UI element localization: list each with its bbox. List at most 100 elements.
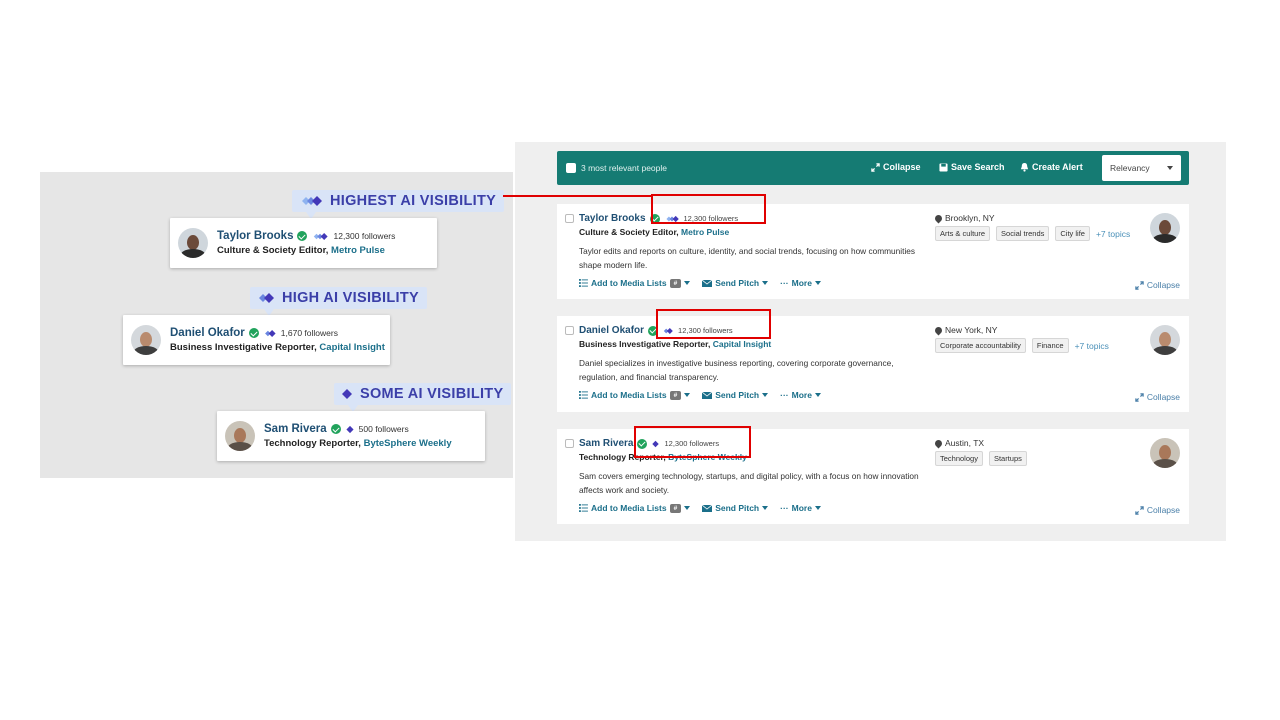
result-checkbox[interactable] <box>565 439 574 448</box>
list-icon <box>579 504 588 512</box>
job-title: Technology Reporter, <box>264 438 364 449</box>
avatar <box>1150 325 1180 355</box>
card-collapse-button[interactable]: Collapse <box>1135 392 1180 402</box>
person-name[interactable]: Sam Rivera <box>264 423 327 435</box>
highest-ai-visibility-badge: HIGHEST AI VISIBILITY <box>292 190 505 219</box>
more-label: More <box>791 390 812 400</box>
collapse-label: Collapse <box>1146 505 1180 515</box>
outlet-link[interactable]: Capital Insight <box>713 339 772 349</box>
topic-tag[interactable]: Technology <box>935 451 983 466</box>
ai-visibility-triple-icon <box>298 195 324 207</box>
search-results-panel: 3 most relevant people Collapse Save Sea… <box>515 142 1226 541</box>
chevron-down-icon <box>684 281 691 285</box>
select-all-checkbox[interactable] <box>566 163 576 173</box>
topic-tags: Corporate accountability Finance +7 topi… <box>935 338 1175 353</box>
map-pin-icon <box>933 325 944 335</box>
more-menu-button[interactable]: ··· More <box>780 278 821 288</box>
verified-icon <box>297 231 308 241</box>
job-title: Business Investigative Reporter, <box>579 339 713 349</box>
add-to-media-lists-button[interactable]: Add to Media Lists # <box>579 278 691 288</box>
more-label: More <box>791 503 812 513</box>
legend-card-daniel-okafor: Daniel Okafor 1,670 followers Business I… <box>123 315 390 365</box>
badge-label: HIGHEST AI VISIBILITY <box>330 193 497 209</box>
map-pin-icon <box>933 438 944 448</box>
person-name[interactable]: Taylor Brooks <box>217 230 293 242</box>
chevron-down-icon <box>1167 166 1173 170</box>
job-title: Culture & Society Editor, <box>579 227 682 237</box>
outlet-link[interactable]: Metro Pulse <box>681 227 729 237</box>
chevron-down-icon <box>814 506 821 510</box>
card-collapse-button[interactable]: Collapse <box>1135 280 1180 290</box>
topic-tag[interactable]: Social trends <box>996 226 1050 241</box>
outlet-link[interactable]: Metro Pulse <box>331 245 385 256</box>
legend-card-taylor-brooks: Taylor Brooks 12,300 followers Culture &… <box>170 218 437 268</box>
topic-tag[interactable]: Corporate accountability <box>935 338 1026 353</box>
chevron-down-icon <box>814 281 821 285</box>
badge-label: HIGH AI VISIBILITY <box>282 290 419 306</box>
ai-visibility-triple-icon <box>314 232 329 240</box>
send-pitch-button[interactable]: Send Pitch <box>702 503 769 513</box>
high-ai-visibility-badge: HIGH AI VISIBILITY <box>250 287 427 316</box>
collapse-all-button[interactable]: Collapse <box>871 162 921 172</box>
result-checkbox[interactable] <box>565 214 574 223</box>
person-name[interactable]: Sam Rivera <box>579 438 633 449</box>
person-name[interactable]: Taylor Brooks <box>579 213 646 224</box>
legend-card-sam-rivera: Sam Rivera 500 followers Technology Repo… <box>217 411 485 461</box>
list-count-badge: # <box>669 390 682 400</box>
topic-tags: Arts & culture Social trends City life +… <box>935 226 1145 241</box>
send-pitch-label: Send Pitch <box>715 390 760 400</box>
more-topics-link[interactable]: +7 topics <box>1075 341 1109 351</box>
topic-tag[interactable]: Startups <box>988 451 1027 466</box>
card-collapse-button[interactable]: Collapse <box>1135 505 1180 515</box>
avatar <box>131 325 161 355</box>
select-all-label: 3 most relevant people <box>581 163 667 173</box>
add-to-media-lists-button[interactable]: Add to Media Lists # <box>579 503 691 513</box>
verified-icon <box>248 328 259 338</box>
send-pitch-button[interactable]: Send Pitch <box>702 278 769 288</box>
result-checkbox[interactable] <box>565 326 574 335</box>
collapse-label: Collapse <box>1146 280 1180 290</box>
sort-select[interactable]: Relevancy <box>1102 155 1181 181</box>
person-name[interactable]: Daniel Okafor <box>579 325 644 336</box>
follower-count: 500 followers <box>358 424 409 434</box>
add-to-lists-label: Add to Media Lists <box>591 503 667 513</box>
topic-tag[interactable]: Finance <box>1031 338 1069 353</box>
ai-visibility-double-icon <box>256 292 276 304</box>
avatar <box>1150 213 1180 243</box>
outlet-link[interactable]: Capital Insight <box>319 342 384 353</box>
send-pitch-label: Send Pitch <box>715 278 760 288</box>
save-search-button[interactable]: Save Search <box>939 162 1005 172</box>
more-menu-button[interactable]: ··· More <box>780 503 821 513</box>
some-ai-visibility-badge: SOME AI VISIBILITY <box>334 383 512 412</box>
bio-text: Sam covers emerging technology, startups… <box>579 471 919 495</box>
add-to-media-lists-button[interactable]: Add to Media Lists # <box>579 390 691 400</box>
topic-tag[interactable]: City life <box>1055 226 1090 241</box>
more-menu-button[interactable]: ··· More <box>780 390 821 400</box>
send-pitch-button[interactable]: Send Pitch <box>702 390 769 400</box>
ai-visibility-double-icon <box>264 329 276 337</box>
sort-value: Relevancy <box>1110 163 1150 173</box>
create-alert-button[interactable]: Create Alert <box>1020 162 1083 172</box>
more-topics-link[interactable]: +7 topics <box>1096 229 1130 239</box>
person-name[interactable]: Daniel Okafor <box>170 327 245 339</box>
topic-tag[interactable]: Arts & culture <box>935 226 991 241</box>
location: Brooklyn, NY <box>945 213 995 223</box>
collapse-label: Collapse <box>1146 392 1180 402</box>
envelope-icon <box>702 504 713 512</box>
floppy-disk-icon <box>939 162 948 172</box>
avatar <box>1150 438 1180 468</box>
highlight-box <box>656 309 771 339</box>
follower-count: 1,670 followers <box>280 328 338 338</box>
envelope-icon <box>702 279 713 287</box>
results-toolbar: 3 most relevant people Collapse Save Sea… <box>557 151 1189 185</box>
chevron-down-icon <box>684 393 691 397</box>
location: Austin, TX <box>945 438 985 448</box>
add-to-lists-label: Add to Media Lists <box>591 390 667 400</box>
outlet-link[interactable]: ByteSphere Weekly <box>364 438 452 449</box>
collapse-label: Collapse <box>883 162 921 172</box>
collapse-arrows-icon <box>1135 505 1144 515</box>
ai-visibility-single-icon <box>346 425 354 433</box>
add-to-lists-label: Add to Media Lists <box>591 278 667 288</box>
more-label: More <box>791 278 812 288</box>
result-card-daniel-okafor: Daniel Okafor 12,300 followers Business … <box>557 316 1189 412</box>
